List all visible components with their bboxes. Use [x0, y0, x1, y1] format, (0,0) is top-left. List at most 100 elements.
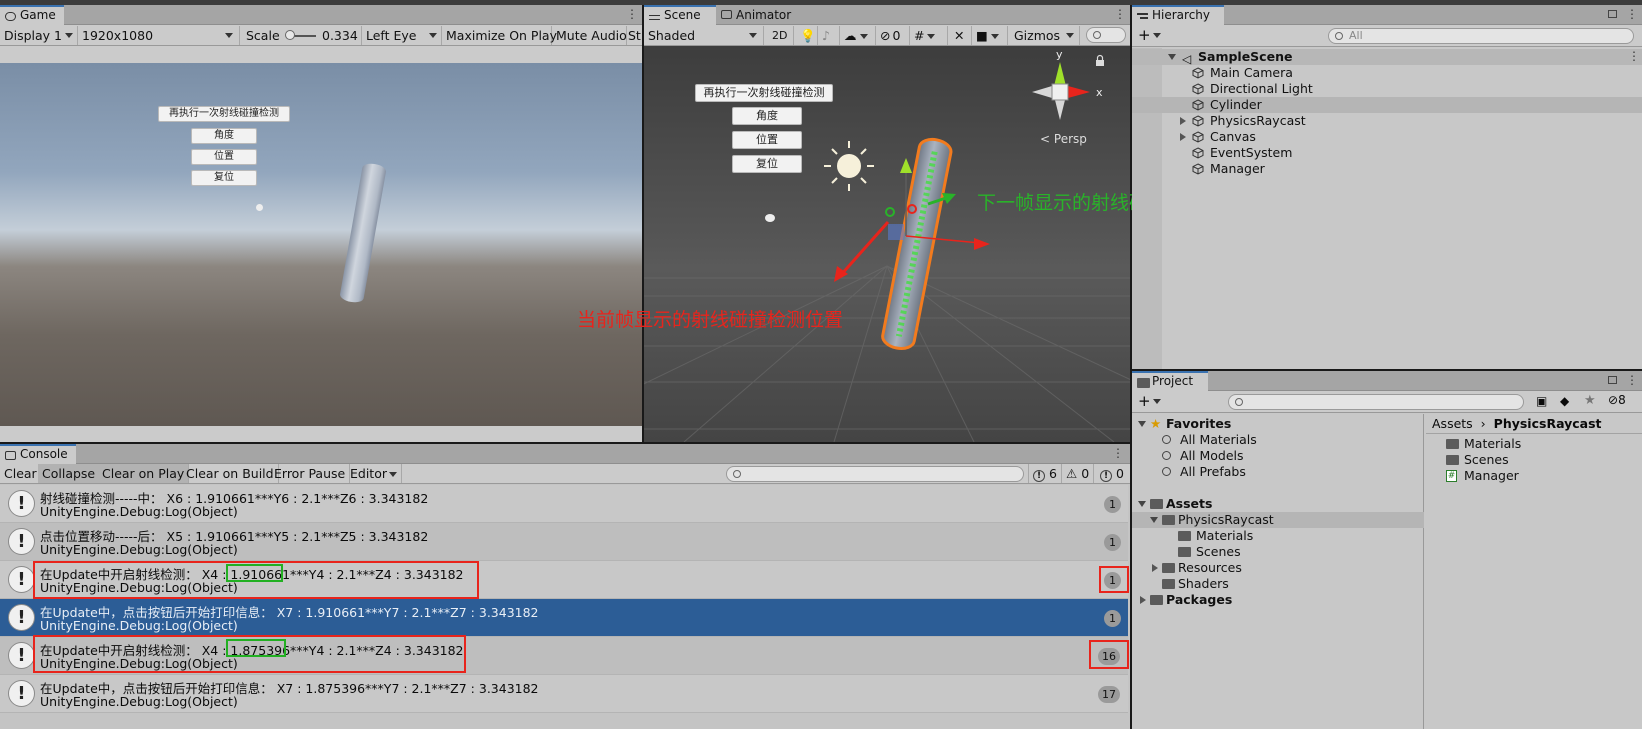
project-search[interactable]	[1228, 394, 1524, 410]
project-lock-icon[interactable]	[1608, 376, 1617, 384]
scene-root-menu-icon[interactable]: ⋮	[1628, 50, 1640, 63]
tab-scene[interactable]: Scene	[644, 5, 716, 25]
error-filter-toggle[interactable]: ! 0	[1096, 464, 1128, 483]
effects-dropdown[interactable]: ☁	[840, 26, 876, 45]
game-viewport[interactable]: 再执行一次射线碰撞检测 角度 位置 复位	[0, 63, 642, 426]
cube-icon	[1192, 115, 1204, 127]
stats-label: St	[628, 28, 641, 43]
hierarchy-menu-icon[interactable]: ⋮	[1626, 8, 1638, 21]
camera-icon: ■	[976, 28, 988, 43]
csharp-script-icon: #	[1446, 470, 1457, 482]
audio-toggle[interactable]: ♪	[818, 26, 840, 45]
error-pause-toggle[interactable]: Error Pause	[270, 464, 351, 483]
scene-search[interactable]	[1084, 26, 1128, 45]
search-by-type-icon[interactable]: ▣	[1536, 394, 1547, 408]
recast-button[interactable]: 再执行一次射线碰撞检测	[158, 106, 290, 122]
tab-project-label: Project	[1152, 374, 1194, 388]
log-row[interactable]: ! 射线碰撞检测-----中： X6 : 1.910661***Y6 : 2.1…	[0, 485, 1128, 523]
search-icon	[1335, 32, 1343, 40]
editor-dropdown[interactable]: Editor	[346, 464, 402, 483]
shading-dropdown[interactable]: Shaded	[644, 26, 764, 45]
hierarchy-item-main-camera[interactable]: Main Camera	[1132, 65, 1642, 81]
resolution-dropdown[interactable]: 1920x1080	[78, 26, 240, 45]
game-menu-icon[interactable]: ⋮	[626, 8, 638, 21]
favorites-label: Favorites	[1166, 416, 1232, 431]
search-by-label-icon[interactable]: ◆	[1560, 394, 1569, 408]
maximize-on-play-toggle[interactable]: Maximize On Play	[442, 26, 557, 45]
shaders-label: Shaders	[1178, 576, 1229, 591]
favorites-star-icon[interactable]: ★	[1584, 393, 1596, 408]
expand-arrow-icon[interactable]	[1152, 564, 1158, 572]
breadcrumb-assets[interactable]: Assets	[1432, 416, 1473, 431]
reset-button[interactable]: 复位	[191, 170, 257, 186]
tab-project[interactable]: Project	[1132, 371, 1208, 391]
console-search[interactable]	[726, 466, 1024, 482]
clear-on-build-toggle[interactable]: Clear on Build	[182, 464, 279, 483]
chevron-down-icon	[927, 34, 936, 39]
gizmos-dropdown[interactable]: Gizmos	[1010, 26, 1080, 45]
scene-root[interactable]: ◁ SampleScene ⋮	[1132, 49, 1642, 66]
mode-2d-toggle[interactable]: 2D	[768, 26, 794, 45]
hidden-objects-toggle[interactable]: ⊘ 0	[876, 26, 910, 45]
hierarchy-search[interactable]: All	[1328, 28, 1634, 44]
scale-thumb[interactable]	[285, 30, 295, 40]
hierarchy-item-directional-light[interactable]: Directional Light	[1132, 81, 1642, 97]
persp-label[interactable]: < Persp	[1040, 132, 1087, 146]
project-create-dropdown[interactable]: +	[1138, 392, 1161, 410]
scene-viewport[interactable]: y x < Persp 再执行一次射线碰撞检测 角度 位置 复位	[644, 46, 1130, 442]
eye-dropdown[interactable]: Left Eye	[362, 26, 442, 45]
stats-toggle[interactable]: St	[627, 26, 642, 45]
log-row-selected[interactable]: ! 在Update中，点击按钮后开始打印信息： X7 : 1.910661***…	[0, 599, 1128, 637]
eye-label: Left Eye	[366, 28, 417, 43]
materials-folder-label: Materials	[1196, 528, 1254, 543]
chevron-down-icon	[389, 472, 397, 477]
hierarchy-item-canvas[interactable]: Canvas	[1132, 129, 1642, 145]
physicsraycast-folder[interactable]: PhysicsRaycast	[1132, 512, 1424, 528]
clear-on-play-toggle[interactable]: Clear on Play	[98, 464, 190, 483]
display-label: Display 1	[4, 28, 63, 43]
value-box-row-3	[226, 564, 283, 582]
scene-search-field[interactable]	[1086, 27, 1126, 43]
warning-filter-toggle[interactable]: ⚠ 0	[1062, 464, 1095, 483]
log-row[interactable]: ! 点击位置移动-----后： X5 : 1.910661***Y5 : 2.1…	[0, 523, 1128, 561]
expand-arrow-icon[interactable]	[1180, 117, 1186, 125]
hierarchy-item-manager[interactable]: Manager	[1132, 161, 1642, 177]
hierarchy-panel: Hierarchy ⋮ + All ◁ SampleScene ⋮ Main C…	[1132, 5, 1642, 369]
hidden-packages-toggle[interactable]: ⊘8	[1608, 393, 1626, 407]
console-menu-icon[interactable]: ⋮	[1112, 447, 1124, 460]
project-menu-icon[interactable]: ⋮	[1626, 374, 1638, 387]
folder-icon	[1178, 547, 1191, 557]
lighting-toggle[interactable]: 💡	[796, 26, 818, 45]
hierarchy-item-eventsystem[interactable]: EventSystem	[1132, 145, 1642, 161]
tab-animator[interactable]: Animator	[716, 5, 806, 25]
cube-icon	[1192, 83, 1204, 95]
log-row[interactable]: ! 在Update中，点击按钮后开始打印信息： X7 : 1.875396***…	[0, 675, 1128, 713]
grid-dropdown[interactable]: #	[910, 26, 948, 45]
tab-console[interactable]: Console	[0, 444, 76, 464]
hierarchy-item-physicsraycast[interactable]: PhysicsRaycast	[1132, 113, 1642, 129]
create-dropdown[interactable]: +	[1138, 26, 1161, 44]
tab-game[interactable]: Game	[0, 5, 64, 25]
angle-button[interactable]: 角度	[191, 128, 257, 144]
hierarchy-item-cylinder[interactable]: Cylinder	[1132, 97, 1642, 113]
console-tabbar: Console ⋮	[0, 444, 1130, 464]
breadcrumb-physicsraycast[interactable]: PhysicsRaycast	[1494, 416, 1602, 431]
display-dropdown[interactable]: Display 1	[0, 26, 78, 45]
expand-arrow-icon[interactable]	[1180, 133, 1186, 141]
cube-icon	[1192, 67, 1204, 79]
tab-hierarchy[interactable]: Hierarchy	[1132, 5, 1224, 25]
expand-arrow-icon[interactable]	[1140, 596, 1146, 604]
log-stack: UnityEngine.Debug:Log(Object)	[40, 618, 238, 633]
scale-slider[interactable]: Scale 0.334	[242, 26, 362, 45]
log-filter-toggle[interactable]: ! 6	[1028, 464, 1062, 483]
camera-dropdown[interactable]: ■	[972, 26, 1008, 45]
scene-menu-icon[interactable]: ⋮	[1114, 8, 1126, 21]
collapse-toggle[interactable]: Collapse	[38, 464, 101, 483]
tools-toggle[interactable]: ✕	[950, 26, 972, 45]
eye-slash-icon: ⊘	[1608, 393, 1619, 407]
clear-button[interactable]: Clear	[0, 464, 42, 483]
info-bubble-icon: !	[8, 604, 35, 631]
position-button[interactable]: 位置	[191, 149, 257, 165]
hierarchy-lock-icon[interactable]	[1608, 10, 1617, 18]
mute-audio-toggle[interactable]: Mute Audio	[552, 26, 627, 45]
